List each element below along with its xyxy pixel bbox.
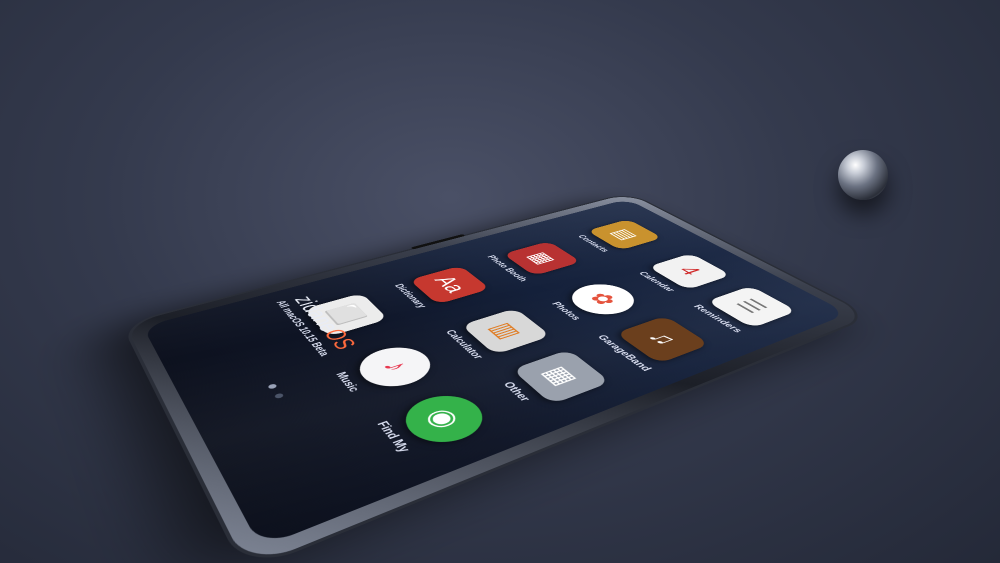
phone-screen: ▤ Contacts 4 Calendar ☰ Reminders ▦ Photo Booth…	[143, 199, 849, 547]
metal-ball	[838, 150, 888, 200]
phone-perspective: ▤ Contacts 4 Calendar ☰ Reminders ▦ Photo Booth…	[0, 0, 1000, 563]
scene: ▤ Contacts 4 Calendar ☰ Reminders ▦ Photo Booth…	[0, 0, 1000, 563]
smartphone: ▤ Contacts 4 Calendar ☰ Reminders ▦ Photo Booth…	[125, 193, 869, 563]
music-icon: ♪	[349, 341, 443, 394]
page-dot-active	[267, 383, 277, 389]
page-dot	[274, 393, 285, 399]
